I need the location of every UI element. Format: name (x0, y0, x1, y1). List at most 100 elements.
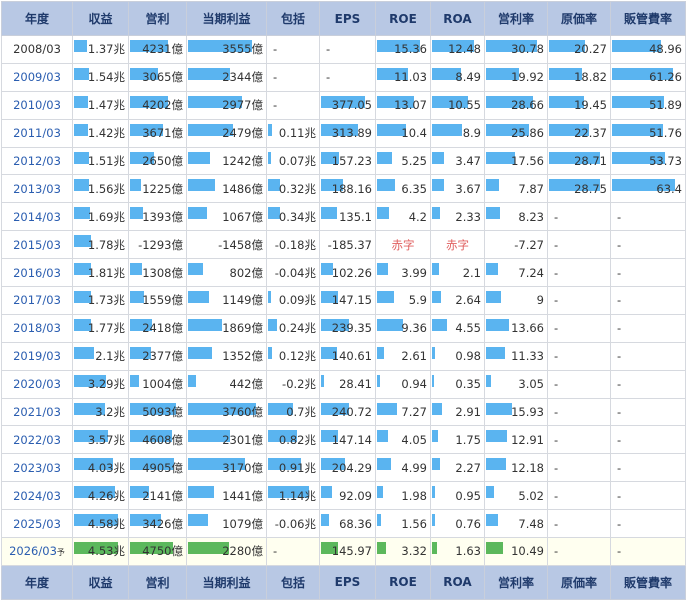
cell-value: 5.25 (401, 154, 427, 168)
year-link[interactable]: 2012/03 (1, 146, 73, 176)
cell-value: 5.02 (518, 488, 544, 503)
cell-value: 赤字 (391, 237, 415, 252)
table-cell: 3.2兆 (72, 397, 129, 427)
table-cell: 0.98 (430, 341, 485, 371)
year-link[interactable]: 2020/03 (1, 369, 73, 399)
cell-value: 3671億 (142, 126, 183, 141)
year-link[interactable]: 2009/03 (1, 62, 73, 92)
footer-header-cell: ROA (430, 564, 485, 600)
cell-value: 51.89 (649, 98, 682, 113)
table-cell: 48.96 (610, 35, 686, 64)
cell-value: 1441億 (222, 488, 263, 503)
cell-value: - (617, 460, 622, 475)
year-link[interactable]: 2022/03 (1, 425, 73, 455)
value-bar (74, 123, 88, 136)
year-link[interactable]: 2017/03 (1, 286, 73, 315)
value-bar (268, 318, 277, 331)
table-cell: 0.24兆 (266, 313, 320, 343)
cell-value: 0.94 (401, 377, 427, 392)
cell-value: - (554, 237, 559, 252)
footer-header-cell: 当期利益 (186, 564, 267, 600)
cell-value: 2.91 (455, 405, 481, 420)
year-link[interactable]: 2010/03 (1, 90, 73, 120)
year-link[interactable]: 2026/03予 (1, 537, 73, 566)
cell-value: 1.81兆 (87, 265, 125, 280)
cell-value: 2.1 (462, 265, 481, 280)
value-bar (268, 291, 271, 304)
cell-value: 12.48 (448, 42, 481, 57)
table-cell: - (610, 341, 686, 371)
value-bar (432, 346, 435, 359)
header-cell: 包括 (266, 1, 320, 36)
cell-value: - (554, 405, 559, 420)
table-body: 2008/03 1.37兆 4231億 3555億 - -15.36 12.48 30.78 2… (1, 35, 686, 566)
year-link[interactable]: 2013/03 (1, 174, 73, 204)
year-link[interactable]: 2024/03 (1, 481, 73, 511)
table-cell: 0.12兆 (266, 341, 320, 371)
value-bar (188, 486, 214, 499)
year-link[interactable]: 2021/03 (1, 397, 73, 427)
year-link[interactable]: 2015/03 (1, 230, 73, 260)
year-link[interactable]: 2025/03 (1, 509, 73, 539)
year-label: 2021/03 (13, 405, 61, 420)
table-cell: 377.05 (319, 90, 376, 120)
cell-value: 53.73 (649, 154, 682, 168)
cell-value: 3170億 (222, 460, 263, 475)
table-cell: - (547, 202, 611, 232)
cell-value: - (617, 432, 622, 447)
table-cell: - (547, 313, 611, 343)
table-cell: 239.35 (319, 313, 376, 343)
cell-value: 2344億 (222, 70, 263, 85)
table-cell: 0.91兆 (266, 453, 320, 483)
value-bar (486, 542, 503, 555)
cell-value: 1.63 (455, 544, 481, 559)
table-cell: 1.78兆 (72, 230, 129, 260)
year-link[interactable]: 2018/03 (1, 313, 73, 343)
cell-value: - (554, 432, 559, 447)
table-cell: 28.66 (484, 90, 548, 120)
table-cell: 2280億 (186, 537, 267, 566)
table-cell: 12.48 (430, 35, 485, 64)
table-cell: 2650億 (128, 146, 187, 176)
cell-value: 12.18 (511, 460, 544, 475)
cell-value: 0.76 (455, 516, 481, 531)
year-label: 2010/03 (13, 98, 61, 113)
table-cell: 17.56 (484, 146, 548, 176)
table-cell: 3671億 (128, 118, 187, 148)
value-bar (486, 486, 494, 499)
value-bar (321, 486, 332, 499)
cell-value: - (554, 544, 559, 559)
cell-value: 3065億 (142, 70, 183, 85)
cell-value: 1.14兆 (278, 488, 316, 503)
cell-value: 3.2兆 (95, 405, 125, 420)
year-link[interactable]: 2019/03 (1, 341, 73, 371)
year-link[interactable]: 2023/03 (1, 453, 73, 483)
forecast-mark: 予 (56, 548, 65, 558)
year-link[interactable]: 2014/03 (1, 202, 73, 232)
table-cell: 0.82兆 (266, 425, 320, 455)
cell-value: 2.33 (455, 209, 481, 224)
cell-value: 1486億 (222, 181, 263, 196)
cell-value: 1149億 (222, 293, 263, 308)
table-cell: 10.55 (430, 90, 485, 120)
cell-value: 0.12兆 (278, 349, 316, 364)
table-cell: - (266, 90, 320, 120)
cell-value: -7.27 (514, 237, 544, 252)
cell-value: 1.56兆 (87, 181, 125, 196)
value-bar (377, 179, 395, 192)
table-cell: 4.03兆 (72, 453, 129, 483)
table-cell: 63.4 (610, 174, 686, 204)
value-bar (74, 346, 94, 359)
table-cell: - (610, 230, 686, 260)
table-cell: 3170億 (186, 453, 267, 483)
year-label: 2024/03 (13, 488, 61, 503)
cell-value: 1.56 (401, 516, 427, 531)
cell-value: 135.1 (339, 209, 372, 224)
table-row: 2018/03 1.77兆 2418億 1869億 0.24兆 239.35 9.36 4.5… (1, 313, 686, 343)
table-cell: - (547, 397, 611, 427)
cell-value: 4.03兆 (87, 460, 125, 475)
year-link[interactable]: 2011/03 (1, 118, 73, 148)
year-link[interactable]: 2016/03 (1, 258, 73, 288)
table-cell: - (610, 286, 686, 315)
table-cell: 6.35 (375, 174, 431, 204)
